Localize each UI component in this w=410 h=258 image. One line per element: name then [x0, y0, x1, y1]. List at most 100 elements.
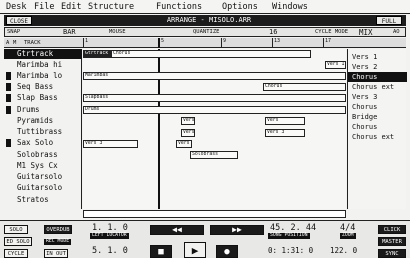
track-row[interactable]: Guitarsolo — [4, 172, 82, 182]
edit-settings-bar: SNAP BAR MOUSE QUANTIZE 16 CYCLE MODE MI… — [4, 27, 406, 37]
rewind-button[interactable]: ◀◀ — [150, 225, 204, 235]
left-locator-label: LEFT LOCATOR — [90, 233, 129, 239]
mute-marker — [6, 72, 11, 80]
full-button[interactable]: FULL — [376, 16, 402, 25]
part-item[interactable]: Chorus — [348, 102, 407, 112]
mute-marker — [6, 106, 11, 114]
cycle-button[interactable]: CYCLE — [4, 249, 28, 258]
track-row[interactable]: Solobrass — [4, 150, 82, 160]
menu-edit[interactable]: Edit — [61, 0, 81, 14]
sync-button[interactable]: SYNC — [378, 249, 406, 258]
part-item[interactable]: Chorus ext — [348, 82, 407, 92]
part-item[interactable]: Chorus — [348, 72, 407, 82]
ruler-tick: 5 — [158, 38, 164, 48]
segment[interactable]: Slapbass — [83, 94, 346, 102]
bar-ruler[interactable]: 1 5 9 13 17 — [83, 38, 346, 48]
segment[interactable]: Vers — [265, 117, 305, 125]
track-row[interactable]: Marimba lo — [4, 71, 82, 81]
mute-marker — [6, 139, 11, 147]
segment[interactable]: Vers 3 — [265, 129, 305, 137]
menu-structure[interactable]: Structure — [88, 0, 134, 14]
quantize-value[interactable]: 16 — [269, 28, 277, 37]
quantize-label: QUANTIZE — [193, 29, 220, 35]
fast-forward-button[interactable]: ▶▶ — [210, 225, 264, 235]
extra-value: AO — [393, 29, 400, 35]
track-row[interactable]: Pyramids — [4, 116, 82, 126]
track-row[interactable]: M1 Sys Cx — [4, 161, 82, 171]
menu-options[interactable]: Options — [222, 0, 258, 14]
horizontal-scrollbar[interactable] — [83, 210, 346, 218]
ed-solo-button[interactable]: ED SOLO — [4, 237, 32, 246]
mute-marker — [6, 94, 11, 102]
window-title: ARRANGE - MISOLO.ARR — [166, 16, 252, 24]
close-button[interactable]: CLOSE — [6, 16, 32, 25]
part-item[interactable]: Vers 3 — [348, 92, 407, 102]
cycle-mode-value[interactable]: MIX — [359, 28, 373, 37]
track-row[interactable]: Guitarsolo — [4, 183, 82, 193]
play-button[interactable]: ▶ — [184, 242, 206, 258]
track-row[interactable]: Drums — [4, 105, 82, 115]
stop-button[interactable]: ■ — [150, 245, 172, 258]
track-row[interactable]: Marimba hi — [4, 60, 82, 70]
part-item[interactable]: Vers 2 — [348, 62, 407, 72]
signature-value[interactable]: 4/4 — [340, 223, 355, 233]
transport-bar: SOLO OVERDUB 1. 1. 0 LEFT LOCATOR ◀◀ ▶▶ … — [0, 220, 410, 258]
snap-value[interactable]: BAR — [63, 28, 76, 37]
segment[interactable]: Solobrass — [190, 151, 238, 159]
rec-mode-label: REC MODE — [44, 239, 72, 245]
time-value[interactable]: 0: 1:31: 0 — [268, 246, 313, 256]
mute-marker — [6, 83, 11, 91]
left-locator-value[interactable]: 1. 1. 0 — [92, 223, 128, 233]
track-row[interactable]: Seq Bass — [4, 82, 82, 92]
click-button[interactable]: CLICK — [378, 225, 406, 234]
header-a: A — [6, 40, 10, 46]
segment[interactable]: Drums — [83, 106, 346, 114]
overdub-button[interactable]: OVERDUB — [44, 225, 72, 234]
part-item[interactable]: Vers 1 — [348, 52, 407, 62]
track-row[interactable]: Tuttibrass — [4, 127, 82, 137]
ruler-tick: 1 — [83, 38, 88, 48]
ruler-tick: 17 — [323, 38, 331, 48]
track-row[interactable]: Gtrtrack — [4, 49, 82, 59]
master-button[interactable]: MASTER — [378, 237, 406, 246]
segment[interactable]: Vers 1 — [325, 61, 346, 69]
part-list: Vers 1 Vers 2 Chorus Chorus ext Vers 3 C… — [347, 49, 407, 209]
menu-windows[interactable]: Windows — [272, 0, 308, 14]
record-button[interactable]: ● — [216, 245, 238, 258]
header-track: TRACK — [24, 40, 41, 46]
right-locator-value[interactable]: 5. 1. 0 — [92, 246, 128, 256]
part-item[interactable]: Chorus — [348, 122, 407, 132]
menu-file[interactable]: File — [34, 0, 54, 14]
ruler-tick: 9 — [221, 38, 226, 48]
segment[interactable]: Chorus — [111, 50, 311, 58]
song-position-value[interactable]: 45. 2. 44 — [270, 223, 316, 233]
segment[interactable]: Marimbas — [83, 72, 346, 80]
arrange-area[interactable]: Gtrtrack Chorus Vers 1 Marimbas Chorus S… — [83, 49, 346, 209]
menu-desk[interactable]: Desk — [6, 0, 26, 14]
part-item[interactable]: Bridge — [348, 112, 407, 122]
menu-bar: Desk File Edit Structure Functions Optio… — [0, 0, 410, 14]
segment[interactable]: Chorus — [263, 83, 346, 91]
snap-label: SNAP — [7, 29, 21, 35]
segment[interactable]: Vers — [181, 117, 195, 125]
in-out-button[interactable]: IN OUT — [44, 249, 68, 258]
ruler-tick: 13 — [272, 38, 280, 48]
segment[interactable]: Vers — [181, 129, 195, 137]
track-row[interactable]: Sax Solo — [4, 138, 82, 148]
song-position-label: SONG POSITION — [268, 233, 310, 239]
tempo-value[interactable]: 122. 0 — [330, 246, 357, 256]
mouse-label: MOUSE — [109, 29, 126, 35]
track-row[interactable]: Stratos — [4, 195, 82, 205]
header-m: M — [13, 40, 17, 46]
segment[interactable]: Vers — [176, 140, 192, 148]
solo-button[interactable]: SOLO — [4, 225, 28, 234]
part-item[interactable]: Chorus ext — [348, 132, 407, 142]
menu-functions[interactable]: Functions — [156, 0, 202, 14]
window-title-bar: CLOSE ARRANGE - MISOLO.ARR FULL — [4, 15, 406, 26]
segment[interactable]: Gtrtrack — [83, 50, 111, 58]
segment[interactable]: Vers 3 — [83, 140, 138, 148]
cycle-mode-label: CYCLE MODE — [315, 29, 349, 35]
track-row[interactable]: Slap Bass — [4, 93, 82, 103]
zoom-label: ZOOM — [340, 233, 356, 239]
track-list: Gtrtrack Marimba hi Marimba lo Seq Bass … — [4, 49, 82, 209]
